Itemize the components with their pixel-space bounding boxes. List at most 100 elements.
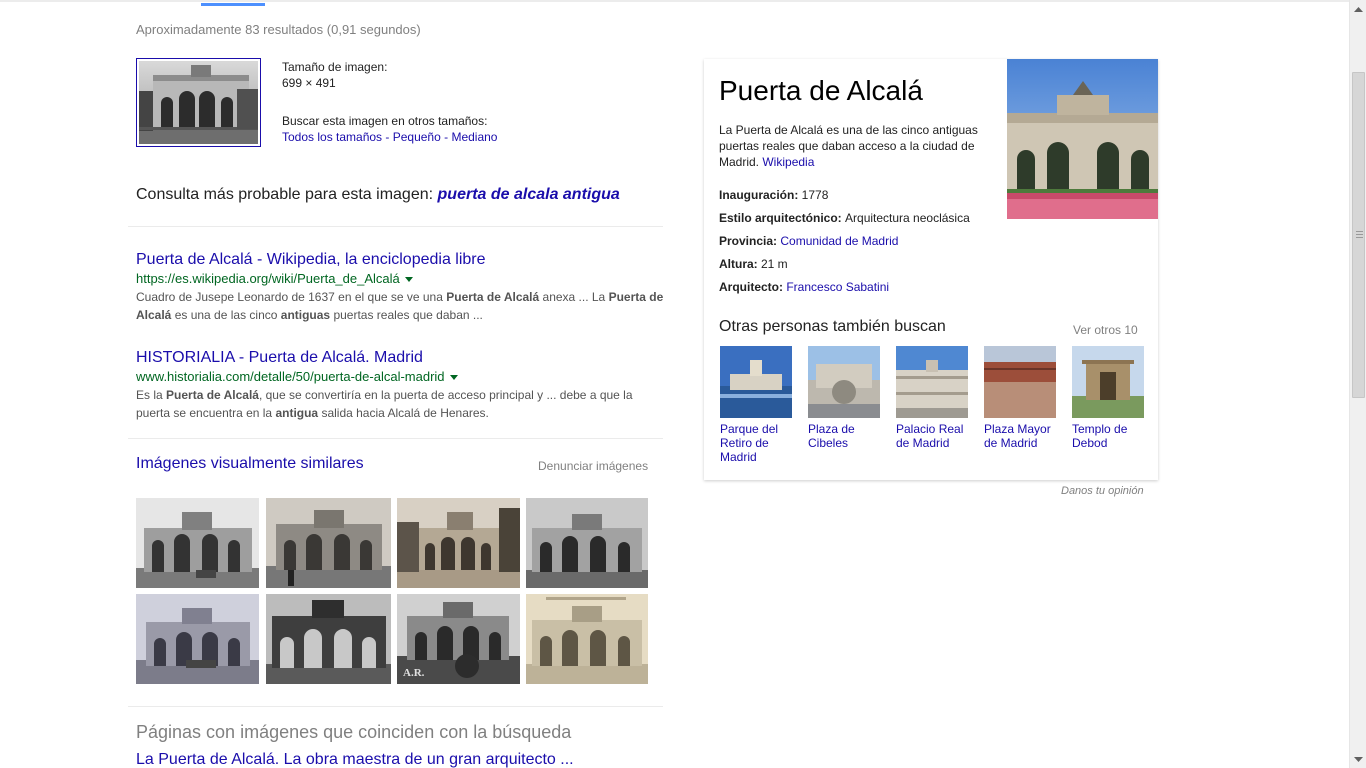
probable-query-label: Consulta más probable para esta imagen: [136, 186, 438, 203]
size-links: Todos los tamaños - Pequeño - Mediano [282, 129, 497, 145]
snippet-highlight: Puerta de Alcalá [166, 388, 259, 402]
results-count: Aproximadamente 83 resultados (0,91 segu… [136, 22, 421, 37]
similar-image[interactable] [136, 594, 259, 684]
fact-row: Provincia: Comunidad de Madrid [719, 230, 970, 253]
related-entity-image [1072, 346, 1144, 418]
knowledge-panel: Puerta de Alcalá La Puerta de Alcalá es … [704, 59, 1158, 480]
snippet-text: puertas reales que daban ... [330, 308, 483, 322]
description-text: La Puerta de Alcalá es una de las cinco … [719, 123, 978, 169]
search-result: HISTORIALIA - Puerta de Alcalá. Madrid w… [136, 348, 666, 422]
snippet-text: Cuadro de Jusepe Leonardo de 1637 en el … [136, 290, 447, 304]
caret-down-icon[interactable] [449, 375, 458, 381]
report-images-link[interactable]: Denunciar imágenes [538, 459, 648, 473]
snippet-text: salida hacia Alcalá de Henares. [318, 406, 489, 420]
size-separator: - [440, 130, 452, 144]
size-link-small[interactable]: Pequeño [393, 130, 441, 144]
snippet-highlight: Puerta de Alcalá [446, 290, 540, 304]
result-url: https://es.wikipedia.org/wiki/Puerta_de_… [136, 270, 666, 288]
fact-label: Altura: [719, 257, 761, 271]
divider [128, 226, 663, 227]
probable-query: Consulta más probable para esta imagen: … [136, 186, 620, 204]
see-more-link[interactable]: Ver otros 10 [1073, 323, 1138, 337]
snippet-text: anexa ... La [539, 290, 609, 304]
fact-row: Arquitecto: Francesco Sabatini [719, 276, 970, 299]
fact-label: Estilo arquitectónico: [719, 211, 846, 225]
divider [128, 438, 663, 439]
related-entity-tile[interactable]: Parque del Retiro de Madrid [720, 346, 792, 464]
related-entity-tile[interactable]: Templo de Debod [1072, 346, 1144, 450]
matching-pages-title: Páginas con imágenes que coinciden con l… [136, 722, 572, 742]
knowledge-panel-title: Puerta de Alcalá [719, 75, 923, 106]
fact-row: Estilo arquitectónico: Arquitectura neoc… [719, 207, 970, 230]
scroll-down-button[interactable] [1350, 751, 1366, 768]
similar-image[interactable] [526, 498, 648, 588]
active-tab-indicator [201, 3, 265, 6]
related-entity-image [984, 346, 1056, 418]
similar-image[interactable] [266, 594, 391, 684]
divider [128, 706, 663, 707]
similar-image[interactable] [136, 498, 259, 588]
result-url-text: www.historialia.com/detalle/50/puerta-de… [136, 369, 445, 384]
related-entity-label: Parque del Retiro de Madrid [720, 422, 779, 464]
similar-image[interactable]: A.R. [397, 594, 520, 684]
result-url: www.historialia.com/detalle/50/puerta-de… [136, 368, 666, 386]
fact-value-link[interactable]: Francesco Sabatini [786, 280, 889, 294]
fact-value: 1778 [801, 188, 829, 202]
result-snippet: Es la Puerta de Alcalá, que se convertir… [136, 386, 666, 422]
result-url-text: https://es.wikipedia.org/wiki/Puerta_de_… [136, 271, 400, 286]
scroll-up-button[interactable] [1350, 0, 1366, 17]
fact-label: Inauguración: [719, 188, 802, 202]
result-title-link[interactable]: Puerta de Alcalá - Wikipedia, la enciclo… [136, 251, 486, 268]
triangle-down-icon [1354, 756, 1363, 762]
size-link-medium[interactable]: Mediano [451, 130, 497, 144]
snippet-text: es una de las cinco [171, 308, 281, 322]
knowledge-panel-description: La Puerta de Alcalá es una de las cinco … [719, 122, 999, 170]
matching-page-link[interactable]: La Puerta de Alcalá. La obra maestra de … [136, 751, 574, 768]
search-result: Puerta de Alcalá - Wikipedia, la enciclo… [136, 250, 666, 324]
fact-row: Altura: 21 m [719, 253, 970, 276]
related-entity-label: Palacio Real de Madrid [896, 422, 964, 450]
vertical-scrollbar[interactable] [1349, 0, 1366, 768]
feedback-link[interactable]: Danos tu opinión [1061, 485, 1144, 497]
result-title-link[interactable]: HISTORIALIA - Puerta de Alcalá. Madrid [136, 349, 423, 366]
people-also-search-title: Otras personas también buscan [719, 318, 946, 335]
grip-icon [1356, 231, 1363, 238]
related-entity-label: Templo de Debod [1072, 422, 1128, 450]
related-entity-tile[interactable]: Plaza de Cibeles [808, 346, 880, 450]
related-entity-label: Plaza de Cibeles [808, 422, 855, 450]
probable-query-link[interactable]: puerta de alcala antigua [438, 186, 620, 203]
related-entity-tile[interactable]: Palacio Real de Madrid [896, 346, 968, 450]
query-image [139, 61, 258, 144]
similar-image[interactable] [397, 498, 520, 588]
snippet-text: Es la [136, 388, 167, 402]
knowledge-panel-image[interactable] [1007, 59, 1158, 219]
similar-image[interactable] [526, 594, 648, 684]
related-entity-image [896, 346, 968, 418]
related-entity-tile[interactable]: Plaza Mayor de Madrid [984, 346, 1056, 450]
wikipedia-link[interactable]: Wikipedia [762, 155, 814, 169]
triangle-up-icon [1354, 6, 1363, 12]
similar-image[interactable] [266, 498, 391, 588]
watermark-initials: A.R. [403, 667, 425, 679]
scrollbar-thumb[interactable] [1352, 72, 1365, 398]
caret-down-icon[interactable] [404, 277, 413, 283]
image-size-value: 699 × 491 [282, 76, 336, 90]
fact-label: Provincia: [719, 234, 781, 248]
size-link-all[interactable]: Todos los tamaños [282, 130, 382, 144]
snippet-highlight: antigua [275, 406, 319, 420]
related-entity-image [808, 346, 880, 418]
top-divider [0, 0, 1349, 2]
similar-images-grid: A.R. [136, 498, 652, 686]
image-size-label: Tamaño de imagen: [282, 60, 388, 74]
result-snippet: Cuadro de Jusepe Leonardo de 1637 en el … [136, 288, 666, 324]
fact-value: Arquitectura neoclásica [845, 211, 970, 225]
related-entity-label: Plaza Mayor de Madrid [984, 422, 1051, 450]
knowledge-panel-facts: Inauguración: 1778 Estilo arquitectónico:… [719, 184, 970, 299]
related-entity-image [720, 346, 792, 418]
image-info: Tamaño de imagen: 699 × 491 Buscar esta … [282, 59, 497, 145]
size-separator: - [382, 130, 393, 144]
fact-label: Arquitecto: [719, 280, 787, 294]
similar-images-title[interactable]: Imágenes visualmente similares [136, 455, 364, 473]
fact-value-link[interactable]: Comunidad de Madrid [780, 234, 898, 248]
query-image-thumbnail[interactable] [136, 58, 261, 147]
